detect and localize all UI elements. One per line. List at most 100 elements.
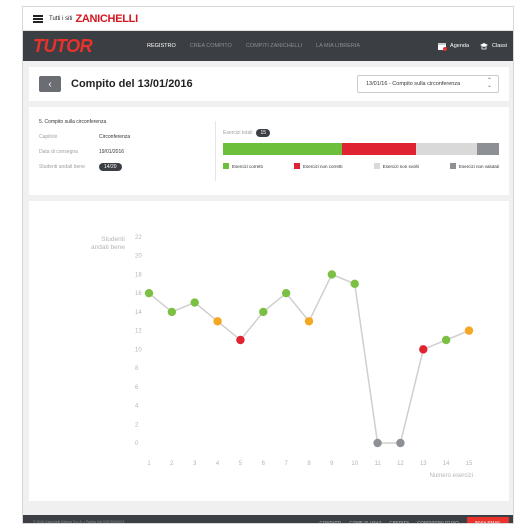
data-point — [373, 438, 382, 448]
info-row: Capitolo Circonferenza — [39, 133, 219, 141]
info-row: Studenti andati bene 14/20 — [39, 163, 219, 171]
x-tick-label: 5 — [239, 461, 243, 467]
all-sites-link[interactable]: Tutti i siti — [49, 16, 72, 22]
legend-label: Esercizi non valutati — [458, 163, 499, 169]
data-point — [419, 345, 428, 354]
agenda-button[interactable]: Agenda — [437, 41, 469, 51]
back-button[interactable]: ‹ — [39, 76, 61, 92]
nav-right: Agenda Classi — [427, 31, 507, 61]
info-key: Capitolo — [39, 134, 58, 140]
legend-item: Esercizi non valutati — [449, 163, 499, 169]
legend-label: Esercizi non corretti — [302, 163, 343, 169]
legend-swatch — [293, 163, 300, 169]
bar-segment — [223, 143, 342, 155]
agenda-label: Agenda — [450, 43, 470, 49]
footer-link[interactable]: CONDIZIONI D'USO — [417, 520, 459, 524]
x-tick-label: 9 — [330, 461, 334, 467]
x-tick-label: 10 — [351, 461, 358, 467]
exercise-stacked-bar — [223, 143, 499, 155]
y-tick-label: 8 — [135, 366, 139, 372]
x-tick-label: 6 — [262, 461, 266, 467]
x-tick-label: 13 — [420, 461, 427, 467]
y-tick-label: 14 — [135, 310, 142, 316]
data-point — [327, 270, 337, 279]
footer: © 2016 Zanichelli Editore S.p.A. • Parti… — [23, 515, 513, 524]
calendar-icon — [438, 43, 448, 51]
y-tick-label: 0 — [135, 441, 139, 447]
x-tick-label: 4 — [216, 461, 220, 467]
nav-item-la-mia-libreria[interactable]: LA MIA LIBRERIA — [316, 31, 360, 61]
tutor-logo[interactable]: TUTOR — [23, 31, 107, 61]
main-navbar: TUTOR REGISTRO CREA COMPITO COMPITI ZANICH… — [23, 31, 513, 61]
legend-item: Esercizi non corretti — [293, 163, 343, 169]
legend-swatch — [373, 163, 380, 169]
app-frame: Tutti i siti ZANICHELLI TUTOR REGISTRO CR… — [22, 6, 514, 524]
y-tick-label: 20 — [135, 254, 142, 260]
info-row: Data di consegna 19/01/2016 — [39, 148, 219, 156]
info-card: 5. Compito sulla circonferenza Capitolo C… — [29, 107, 509, 195]
menu-icon[interactable] — [33, 14, 43, 23]
data-point — [236, 335, 245, 345]
classi-button[interactable]: Classi — [479, 41, 507, 51]
legend-label: Esercizi non svolti — [382, 163, 419, 169]
data-point — [259, 307, 268, 317]
y-tick-label: 4 — [135, 404, 139, 410]
footer-links: CONTATTI COME SI USA? CREDITS CONDIZIONI D'… — [311, 515, 509, 524]
page-title: Compito del 13/01/2016 — [71, 78, 193, 90]
classi-label: Classi — [492, 43, 507, 49]
data-point — [190, 298, 199, 307]
task-select-value: 13/01/16 - Compito sulla circonferenza — [366, 81, 461, 87]
data-point — [144, 288, 154, 298]
info-key: Studenti andati bene — [39, 164, 85, 170]
y-axis-label: andati bene — [91, 244, 125, 251]
y-tick-label: 10 — [135, 347, 142, 353]
x-tick-label: 11 — [374, 461, 381, 467]
y-tick-label: 18 — [135, 272, 142, 278]
x-tick-label: 1 — [147, 461, 151, 467]
nav-item-compiti-zanichelli[interactable]: COMPITI ZANICHELLI — [246, 31, 302, 61]
select-arrows-icon: ⌃ ⌄ — [486, 78, 492, 89]
exercise-legend: Esercizi corretti Esercizi non corretti Es… — [223, 163, 499, 169]
x-tick-label: 8 — [307, 461, 311, 467]
total-label: Esercizi totali — [223, 130, 253, 136]
info-value: Circonferenza — [99, 134, 131, 140]
top-bar: Tutti i siti ZANICHELLI — [23, 7, 513, 31]
nav-item-registro[interactable]: REGISTRO — [147, 31, 176, 61]
info-key: Data di consegna — [39, 149, 78, 155]
data-point — [441, 335, 451, 345]
students-line-chart: Studentiandati bene02468101214161820221 2… — [91, 235, 474, 479]
task-select[interactable]: 13/01/16 - Compito sulla circonferenza ⌃… — [357, 75, 499, 93]
y-tick-label: 6 — [135, 385, 139, 391]
chevron-left-icon: ‹ — [48, 78, 52, 90]
brand-logo[interactable]: ZANICHELLI — [75, 13, 138, 25]
legend-label: Esercizi corretti — [232, 163, 263, 169]
total-badge: 15 — [256, 129, 271, 137]
info-value: 19/01/2016 — [99, 149, 125, 155]
legend-swatch — [223, 163, 229, 169]
data-point — [213, 317, 222, 326]
legend-swatch — [449, 163, 456, 169]
legend-item: Esercizi non svolti — [373, 163, 419, 169]
data-point — [350, 279, 359, 289]
y-tick-label: 16 — [135, 291, 142, 297]
tutor-logo-text: TUTOR — [33, 35, 93, 56]
bar-segment — [416, 143, 477, 155]
footer-link[interactable]: CONTATTI — [319, 520, 341, 524]
data-point — [304, 317, 314, 326]
y-tick-label: 12 — [135, 329, 142, 335]
x-tick-label: 3 — [193, 461, 197, 467]
students-badge: 14/20 — [99, 163, 122, 171]
legend-item: Esercizi corretti — [223, 163, 263, 169]
total-row: Esercizi totali 15 — [223, 129, 499, 137]
send-email-button[interactable]: INVIA EMAIL — [466, 516, 509, 523]
x-axis-label: Numero esercizi — [430, 473, 473, 479]
nav-item-crea-compito[interactable]: CREA COMPITO — [190, 31, 232, 61]
footer-legal: © 2016 Zanichelli Editore S.p.A. • Parti… — [33, 520, 125, 524]
data-point — [396, 438, 405, 448]
task-heading: 5. Compito sulla circonferenza — [39, 119, 107, 125]
footer-link[interactable]: CREDITS — [389, 520, 409, 524]
y-tick-label: 2 — [135, 422, 139, 428]
footer-link[interactable]: COME SI USA? — [349, 520, 381, 524]
x-tick-label: 2 — [170, 461, 174, 467]
chart-card: Studenti andati bene 0 2 4 6 8 10 12 14 16 18 20 22 1 2… — [29, 201, 509, 501]
